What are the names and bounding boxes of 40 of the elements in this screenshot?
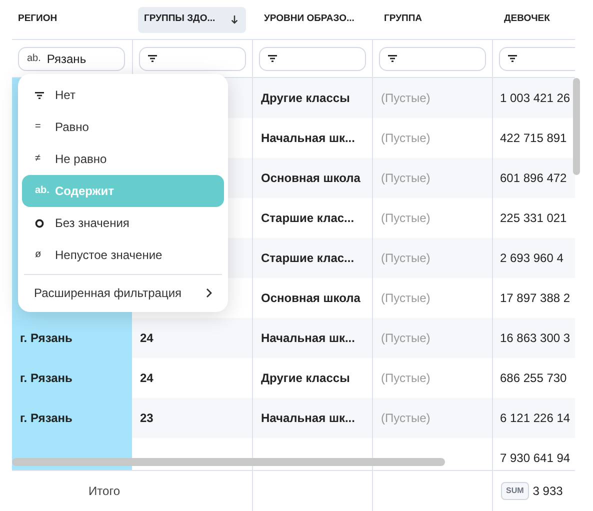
table-cell-text: 23 <box>139 410 154 427</box>
sort-arrow-icon <box>231 15 238 24</box>
menu-item[interactable]: ø Непустое значение <box>22 239 224 271</box>
advanced-filter-item[interactable]: Расширенная фильтрация <box>22 278 224 308</box>
filter-field[interactable] <box>379 46 486 70</box>
filter-icon <box>268 55 277 62</box>
chevron-right-icon <box>206 288 212 298</box>
filter-field[interactable]: ab. Рязань <box>18 46 125 70</box>
menu-item[interactable]: Без значения <box>22 207 224 239</box>
menu-item[interactable]: Нет <box>22 79 224 111</box>
filter-icon <box>148 55 157 62</box>
menu-item[interactable]: = Равно <box>22 111 224 143</box>
operator-icon: ø <box>35 250 42 260</box>
sum-badge: SUM <box>501 482 529 500</box>
region-cell: г. Рязань <box>12 398 132 438</box>
filter-field[interactable] <box>499 46 575 70</box>
filter-field[interactable] <box>139 46 246 70</box>
column-header[interactable]: ГРУППА <box>378 6 430 32</box>
circle-icon <box>35 218 44 228</box>
column-header[interactable]: ГРУППЫ ЗДО... <box>138 6 246 32</box>
table-cell-text: 24 <box>139 370 154 387</box>
vertical-scrollbar[interactable] <box>573 78 580 175</box>
operator-icon: = <box>35 122 41 132</box>
filter-icon <box>508 55 517 62</box>
column-header[interactable]: УРОВНИ ОБРАЗО... <box>258 6 362 32</box>
region-cell: г. Рязань <box>12 318 132 358</box>
filter-field[interactable] <box>259 46 366 70</box>
column-header[interactable]: РЕГИОН <box>12 6 66 32</box>
filter-icon <box>35 92 44 98</box>
total-label: Итого <box>88 483 120 500</box>
table-cell-text: 24 <box>139 330 154 347</box>
column-header[interactable]: ДЕВОЧЕК <box>498 6 558 32</box>
filter-icon <box>388 55 397 62</box>
operator-icon: ≠ <box>35 154 40 164</box>
operator-icon: ab. <box>35 186 50 196</box>
table-cell: 7 930 641 94 <box>492 438 575 470</box>
region-cell: г. Рязань <box>12 358 132 398</box>
horizontal-scrollbar[interactable] <box>12 458 445 466</box>
total-value: 3 933 <box>532 483 563 500</box>
menu-item[interactable]: ≠ Не равно <box>22 143 224 175</box>
